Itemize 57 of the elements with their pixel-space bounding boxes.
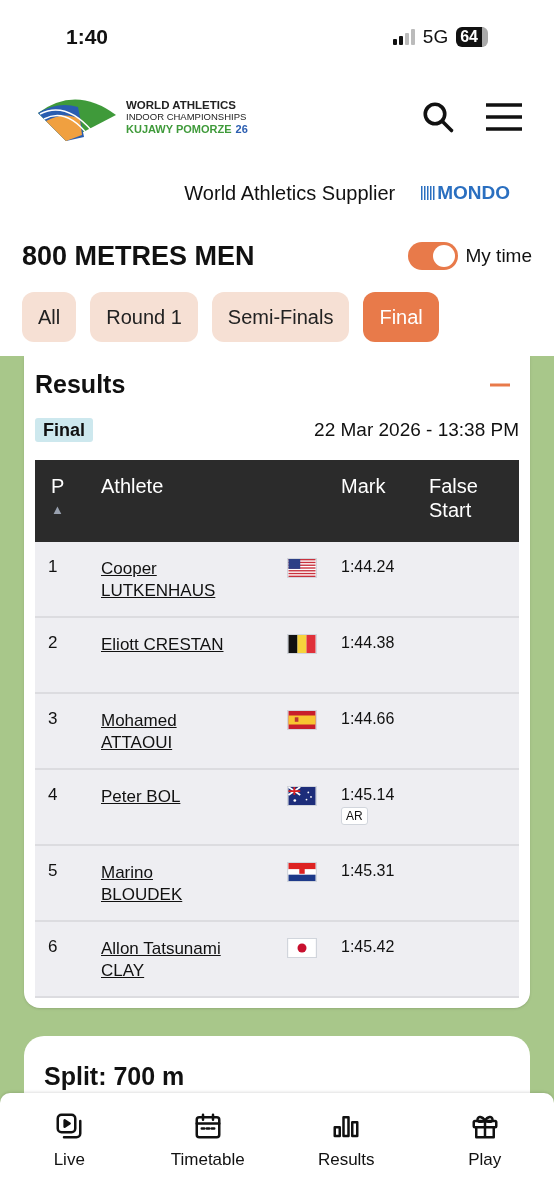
results-title: Results [35, 369, 126, 400]
column-header[interactable]: P [51, 474, 101, 498]
place-cell-text: 2 [47, 632, 59, 654]
network-label: 5G [422, 24, 449, 49]
place-cell-text: 1 [47, 556, 59, 578]
athlete-link[interactable]: Cooper LUTKENHAUS [101, 558, 231, 602]
sort-indicator: ▲ [51, 501, 65, 519]
place-cell-text: 5 [47, 860, 59, 882]
round-tag: Final [35, 417, 93, 442]
round-tab[interactable]: Semi-Finals [211, 292, 350, 342]
split-title: Split: 700 m [44, 1062, 185, 1090]
flag-icon [287, 634, 317, 654]
mark-cell-text: 1:45.42 [341, 937, 395, 957]
mark-cell-text: 1:45.14 [341, 785, 395, 805]
column-header: Athlete [101, 474, 165, 498]
my-time-label: My time [465, 243, 532, 268]
athlete-link[interactable]: Peter BOL [101, 786, 231, 808]
flag-icon [287, 938, 317, 958]
mark-cell-text: 1:44.24 [341, 557, 395, 577]
menu-icon[interactable] [486, 103, 522, 131]
place-cell-text: 4 [47, 784, 59, 806]
flag-icon [287, 710, 317, 730]
logo-year: 26 [235, 123, 248, 135]
video-icon [54, 1111, 85, 1141]
place-cell-text: 6 [47, 936, 59, 958]
nav-tab[interactable]: Timetable [152, 1111, 263, 1173]
athlete-link[interactable]: Eliott CRESTAN [101, 634, 231, 656]
logo-subtitle: INDOOR CHAMPIONSHIPS [126, 111, 248, 123]
athlete-link[interactable]: Mohamed ATTAOUI [101, 710, 231, 754]
column-header: Mark [341, 474, 387, 498]
mark-cell-text: 1:44.66 [341, 709, 395, 729]
flag-icon [287, 558, 317, 578]
nav-tab[interactable]: Play [429, 1111, 540, 1173]
round-tab[interactable]: Round 1 [90, 292, 198, 342]
place-cell-text: 3 [47, 708, 59, 730]
battery-level: 64 [456, 27, 488, 47]
flag-icon [287, 862, 317, 882]
mark-cell-text: 1:44.38 [341, 633, 395, 653]
record-badge: AR [341, 807, 368, 825]
logo-location: KUJAWY POMORZE [126, 123, 232, 135]
athlete-link[interactable]: Allon Tatsunami CLAY [101, 938, 231, 982]
result-datetime: 22 Mar 2026 - 13:38 PM [314, 417, 519, 442]
nav-tab[interactable]: Results [291, 1111, 402, 1173]
flag-icon [287, 786, 317, 806]
column-header: False Start [429, 474, 479, 522]
status-time: 1:40 [66, 24, 109, 51]
signal-icon [392, 29, 415, 45]
athlete-link[interactable]: Marino BLOUDEK [101, 862, 231, 906]
my-time-toggle[interactable] [407, 242, 458, 270]
nav-tab[interactable]: Live [14, 1111, 125, 1173]
logo-title: WORLD ATHLETICS [126, 99, 237, 111]
event-title: 800 METRES MEN [22, 239, 255, 273]
search-icon[interactable] [420, 99, 456, 135]
supplier-label: World Athletics Supplier [184, 181, 396, 206]
sponsor-logo: MONDO [421, 178, 510, 208]
mark-cell-text: 1:45.31 [341, 861, 395, 881]
round-tab[interactable]: All [22, 292, 77, 342]
